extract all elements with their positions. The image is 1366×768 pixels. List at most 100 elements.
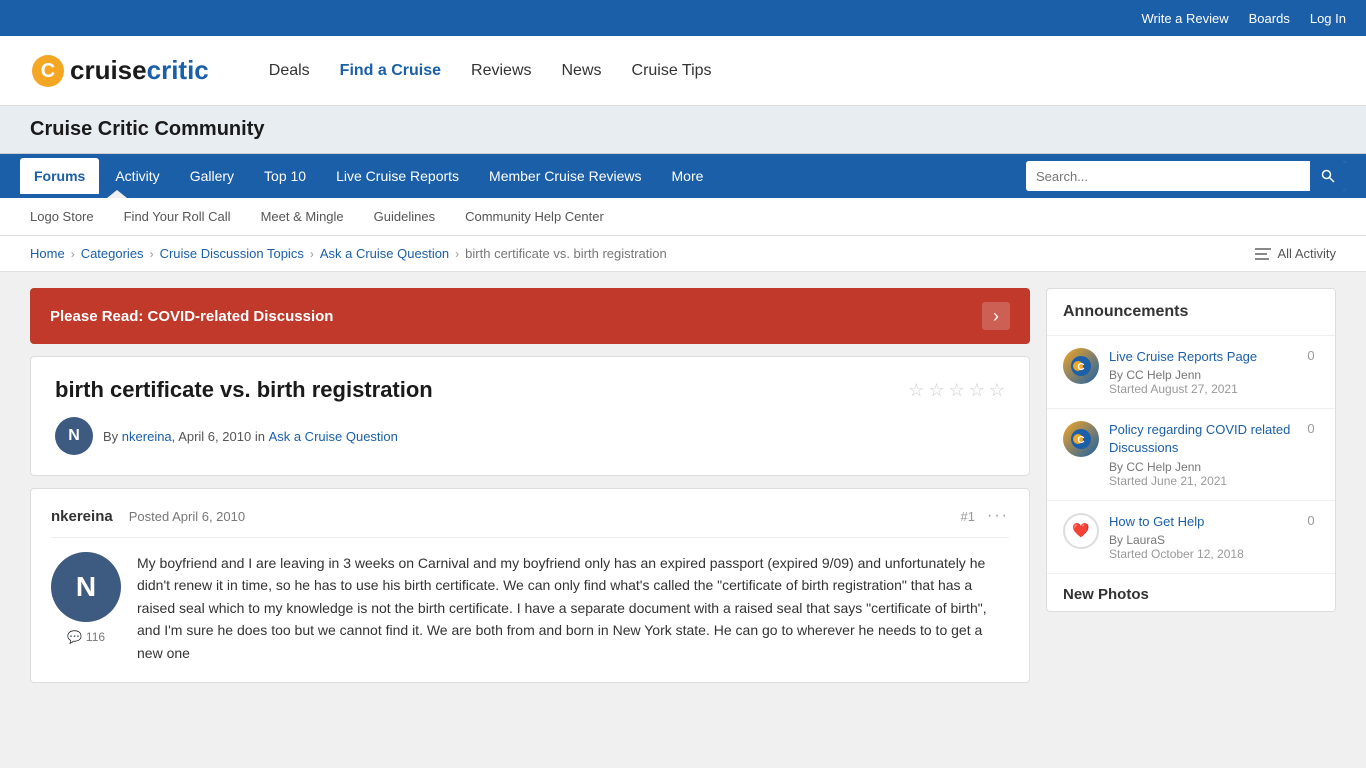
list-icon [1255, 248, 1271, 260]
all-activity-link[interactable]: All Activity [1255, 246, 1336, 261]
thread-avatar: N [55, 417, 93, 455]
breadcrumb-ask-cruise[interactable]: Ask a Cruise Question [320, 246, 449, 261]
nav-top10[interactable]: Top 10 [250, 158, 320, 194]
star-3: ☆ [949, 380, 965, 401]
breadcrumb-home[interactable]: Home [30, 246, 65, 261]
subnav-meet-mingle[interactable]: Meet & Mingle [261, 209, 344, 224]
community-header: Cruise Critic Community [0, 106, 1366, 154]
by-label: By [103, 429, 118, 444]
announcement-content-2: Policy regarding COVID related Discussio… [1109, 421, 1293, 487]
post-avatar-area: N 💬 116 [51, 552, 121, 664]
thread-category[interactable]: Ask a Cruise Question [269, 429, 398, 444]
post-number: #1 [961, 509, 975, 524]
breadcrumb-sep-1: › [71, 247, 75, 261]
nav-more[interactable]: More [658, 158, 718, 194]
covid-banner-arrow: › [982, 302, 1010, 330]
subnav-find-roll-call[interactable]: Find Your Roll Call [124, 209, 231, 224]
post-text: My boyfriend and I are leaving in 3 week… [137, 552, 1009, 664]
sub-nav: Logo Store Find Your Roll Call Meet & Mi… [0, 198, 1366, 236]
star-2: ☆ [928, 380, 944, 401]
post-date: Posted April 6, 2010 [129, 509, 245, 524]
announcement-by-1: By CC Help Jenn [1109, 368, 1293, 382]
thread-author[interactable]: nkereina, [122, 429, 175, 444]
announcement-date-2: Started June 21, 2021 [1109, 474, 1293, 488]
post-content: N 💬 116 My boyfriend and I are leaving i… [51, 552, 1009, 664]
nav-news[interactable]: News [562, 62, 602, 80]
site-logo[interactable]: C cruisecritic [30, 53, 209, 89]
thread-meta: N By nkereina, April 6, 2010 in Ask a Cr… [55, 417, 1005, 455]
login-link[interactable]: Log In [1310, 11, 1346, 26]
covid-banner[interactable]: Please Read: COVID-related Discussion › [30, 288, 1030, 344]
nav-find-cruise[interactable]: Find a Cruise [340, 62, 441, 80]
reply-icon: 💬 [67, 630, 82, 644]
write-review-link[interactable]: Write a Review [1141, 11, 1228, 26]
announcement-item-3: ❤️ How to Get Help By LauraS Started Oct… [1047, 501, 1335, 574]
logo-icon: C [30, 53, 66, 89]
site-header: C cruisecritic Deals Find a Cruise Revie… [0, 36, 1366, 106]
covid-banner-text: Please Read: COVID-related Discussion [50, 308, 333, 325]
announcement-date-1: Started August 27, 2021 [1109, 382, 1293, 396]
breadcrumb-sep-2: › [150, 247, 154, 261]
subnav-community-help[interactable]: Community Help Center [465, 209, 604, 224]
announcements-title: Announcements [1047, 289, 1335, 336]
nav-forums[interactable]: Forums [20, 158, 99, 194]
breadcrumb-bar: Home › Categories › Cruise Discussion To… [0, 236, 1366, 272]
community-title: Cruise Critic Community [30, 118, 1336, 141]
forums-nav: Forums Activity Gallery Top 10 Live Crui… [0, 154, 1366, 198]
nav-cruise-tips[interactable]: Cruise Tips [632, 62, 712, 80]
announcement-by-2: By CC Help Jenn [1109, 460, 1293, 474]
cc-logo-icon: C [1070, 355, 1092, 377]
post-actions: #1 ··· [961, 507, 1009, 525]
announcement-title-3[interactable]: How to Get Help [1109, 513, 1293, 531]
nav-reviews[interactable]: Reviews [471, 62, 531, 80]
announcement-item-2: C Policy regarding COVID related Discuss… [1047, 409, 1335, 500]
announcement-icon-2: C [1063, 421, 1099, 457]
breadcrumb-sep-4: › [455, 247, 459, 261]
boards-link[interactable]: Boards [1249, 11, 1290, 26]
nav-deals[interactable]: Deals [269, 62, 310, 80]
breadcrumb: Home › Categories › Cruise Discussion To… [30, 246, 667, 261]
thread-header-card: birth certificate vs. birth registration… [30, 356, 1030, 476]
forums-nav-items: Forums Activity Gallery Top 10 Live Crui… [20, 158, 1026, 194]
star-rating[interactable]: ☆ ☆ ☆ ☆ ☆ [908, 380, 1005, 401]
nav-live-cruise-reports[interactable]: Live Cruise Reports [322, 158, 473, 194]
post-menu-button[interactable]: ··· [987, 507, 1009, 525]
star-5: ☆ [989, 380, 1005, 401]
nav-gallery[interactable]: Gallery [176, 158, 248, 194]
active-indicator [107, 190, 127, 198]
announcement-content-3: How to Get Help By LauraS Started Octobe… [1109, 513, 1293, 561]
thread-meta-text: By nkereina, April 6, 2010 in Ask a Crui… [103, 429, 398, 444]
subnav-guidelines[interactable]: Guidelines [374, 209, 435, 224]
subnav-logo-store[interactable]: Logo Store [30, 209, 94, 224]
in-label: in [255, 429, 265, 444]
announcement-count-3: 0 [1303, 513, 1319, 528]
announcement-count-2: 0 [1303, 421, 1319, 436]
nav-member-cruise-reviews[interactable]: Member Cruise Reviews [475, 158, 655, 194]
announcement-title-1[interactable]: Live Cruise Reports Page [1109, 348, 1293, 366]
breadcrumb-current: birth certificate vs. birth registration [465, 246, 667, 261]
announcement-count-1: 0 [1303, 348, 1319, 363]
svg-text:C: C [1077, 362, 1084, 373]
reply-count: 116 [86, 630, 105, 644]
announcement-icon-1: C [1063, 348, 1099, 384]
main-nav: Deals Find a Cruise Reviews News Cruise … [269, 62, 712, 80]
star-1: ☆ [908, 380, 924, 401]
announcement-date-3: Started October 12, 2018 [1109, 547, 1293, 561]
logo-text: cruisecritic [70, 55, 209, 86]
breadcrumb-categories[interactable]: Categories [81, 246, 144, 261]
announcement-by-3: By LauraS [1109, 533, 1293, 547]
search-input[interactable] [1026, 161, 1310, 191]
post-username[interactable]: nkereina [51, 508, 113, 525]
announcement-content-1: Live Cruise Reports Page By CC Help Jenn… [1109, 348, 1293, 396]
search-button[interactable] [1310, 161, 1346, 191]
search-bar [1026, 161, 1346, 191]
breadcrumb-cruise-discussion[interactable]: Cruise Discussion Topics [160, 246, 304, 261]
post-user-info: nkereina Posted April 6, 2010 [51, 508, 245, 525]
main-layout: Please Read: COVID-related Discussion › … [0, 272, 1366, 699]
announcement-title-2[interactable]: Policy regarding COVID related Discussio… [1109, 421, 1293, 457]
thread-date: April 6, 2010 [178, 429, 251, 444]
post-header: nkereina Posted April 6, 2010 #1 ··· [51, 507, 1009, 538]
announcement-item-1: C Live Cruise Reports Page By CC Help Je… [1047, 336, 1335, 409]
nav-activity[interactable]: Activity [101, 158, 173, 194]
announcements-card: Announcements C Live Cruise Reports Page… [1046, 288, 1336, 612]
